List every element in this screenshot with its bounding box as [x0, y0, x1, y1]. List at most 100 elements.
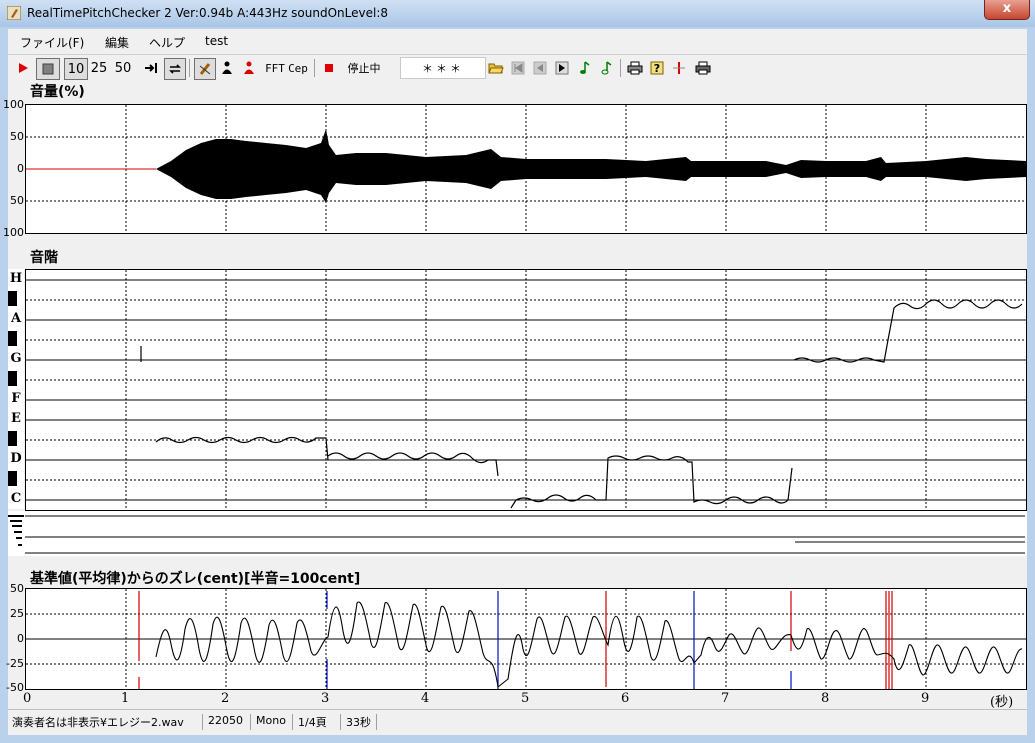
- status-rate: 22050: [204, 714, 251, 730]
- svg-text:?: ?: [654, 62, 660, 75]
- level-indicator-svg: [8, 515, 1025, 554]
- music-note-icon: [580, 61, 590, 74]
- menu-help[interactable]: ヘルプ: [149, 34, 185, 51]
- record-stop-icon: [325, 64, 333, 72]
- next-page-button[interactable]: [553, 58, 571, 78]
- violin-button[interactable]: [194, 58, 216, 80]
- pitch-curve: [140, 299, 1023, 509]
- open-button[interactable]: [487, 58, 505, 78]
- next-icon: [555, 61, 569, 75]
- volume-waveform-svg: [26, 105, 1026, 233]
- volume-ytick: 50: [10, 194, 24, 207]
- speed-25-button[interactable]: 25: [88, 58, 110, 78]
- close-button[interactable]: x: [984, 0, 1030, 20]
- menu-edit[interactable]: 編集: [105, 34, 129, 51]
- note-label-g: G: [10, 351, 22, 366]
- deviation-ytick: 50: [10, 582, 24, 595]
- x-tick: 7: [721, 691, 730, 706]
- app-icon: [7, 6, 21, 20]
- volume-ytick: 0: [17, 162, 24, 175]
- jump-end-button[interactable]: [142, 58, 160, 78]
- black-key: [8, 291, 17, 306]
- note-label-a: A: [10, 311, 22, 326]
- x-tick: 3: [321, 691, 330, 706]
- keyboard-strip: H A G F E D C: [8, 269, 24, 509]
- volume-ytick: 50: [10, 130, 24, 143]
- singer-red-button[interactable]: [240, 58, 258, 78]
- print-button[interactable]: [626, 58, 644, 78]
- music-note-outline-icon: [601, 61, 612, 75]
- menu-test[interactable]: test: [205, 34, 228, 48]
- volume-waveform-panel[interactable]: [25, 104, 1027, 234]
- deviation-ytick: -25: [6, 657, 24, 670]
- note-label-f: F: [11, 391, 21, 406]
- status-bar: 演奏者名は非表示¥エレジー2.wav 22050 Mono 1/4頁 33秒: [8, 709, 1027, 732]
- black-key: [8, 371, 17, 386]
- menu-file[interactable]: ファイル(F): [20, 34, 84, 51]
- x-tick: 0: [23, 691, 32, 706]
- menu-bar: ファイル(F) 編集 ヘルプ test: [8, 29, 1027, 53]
- play-button[interactable]: [14, 58, 32, 78]
- prev-icon: [533, 61, 547, 75]
- speed-10-button[interactable]: 10: [64, 58, 88, 80]
- title-bar: RealTimePitchChecker 2 Ver:0.94b A:443Hz…: [0, 0, 1035, 27]
- record-button[interactable]: [321, 58, 337, 78]
- display-field: ＊＊＊: [400, 57, 486, 79]
- scale-title: 音階: [30, 250, 58, 266]
- deviation-ytick: -50: [6, 681, 24, 694]
- help-button[interactable]: ?: [648, 58, 666, 78]
- deviation-ytick: 25: [10, 607, 24, 620]
- app-window: RealTimePitchChecker 2 Ver:0.94b A:443Hz…: [0, 0, 1035, 743]
- marker-icon: [673, 62, 685, 74]
- note2-button[interactable]: [597, 58, 615, 78]
- question-icon: ?: [650, 61, 664, 75]
- arrow-to-bar-icon: [145, 63, 157, 73]
- note-label-c: C: [10, 491, 22, 506]
- status-channels: Mono: [252, 714, 293, 730]
- note-label-e: E: [11, 411, 21, 426]
- deviation-ytick: 0: [17, 632, 24, 645]
- note-button[interactable]: [575, 58, 593, 78]
- singer-button[interactable]: [218, 58, 236, 78]
- x-tick: 5: [521, 691, 530, 706]
- black-key: [8, 331, 17, 346]
- person-black-icon: [222, 61, 232, 74]
- loop-button[interactable]: [164, 58, 186, 80]
- stop-icon: [42, 63, 54, 75]
- black-key: [8, 471, 17, 486]
- speed-50-button[interactable]: 50: [112, 58, 134, 78]
- x-tick: 6: [621, 691, 630, 706]
- status-page: 1/4頁: [294, 714, 341, 730]
- x-tick: 8: [821, 691, 830, 706]
- pitch-panel[interactable]: [25, 269, 1027, 511]
- cep-button[interactable]: Cep: [287, 58, 309, 78]
- stop-button[interactable]: [36, 58, 60, 80]
- level-indicator-strip: [8, 511, 1027, 556]
- status-file: 演奏者名は非表示¥エレジー2.wav: [8, 714, 203, 730]
- person-red-icon: [244, 61, 254, 74]
- deviation-svg: [26, 589, 1026, 689]
- prev-page-button[interactable]: [531, 58, 549, 78]
- skip-first-icon: [511, 61, 525, 75]
- deviation-title: 基準値(平均律)からのズレ(cent)[半音=100cent]: [30, 571, 361, 587]
- violin-icon: [199, 63, 211, 75]
- first-page-button[interactable]: [509, 58, 527, 78]
- volume-ytick: 100: [3, 98, 24, 111]
- x-tick: 1: [121, 691, 130, 706]
- marker-button[interactable]: [670, 58, 688, 78]
- black-key: [8, 431, 17, 446]
- fft-button[interactable]: FFT: [264, 58, 286, 78]
- status-duration: 33秒: [342, 714, 377, 730]
- printer-2-icon: [695, 61, 711, 75]
- x-tick: 4: [421, 691, 430, 706]
- volume-title: 音量(%): [30, 84, 85, 100]
- pitch-svg: [26, 270, 1026, 510]
- play-icon: [19, 63, 28, 73]
- folder-open-icon: [488, 63, 504, 74]
- x-tick: 2: [221, 691, 230, 706]
- toolbar: 10 25 50 FFT Cep 停止中 ＊＊＊ ?: [8, 54, 1027, 81]
- print2-button[interactable]: [694, 58, 712, 78]
- deviation-panel[interactable]: [25, 588, 1027, 690]
- window-title: RealTimePitchChecker 2 Ver:0.94b A:443Hz…: [27, 6, 389, 20]
- note-label-d: D: [10, 451, 22, 466]
